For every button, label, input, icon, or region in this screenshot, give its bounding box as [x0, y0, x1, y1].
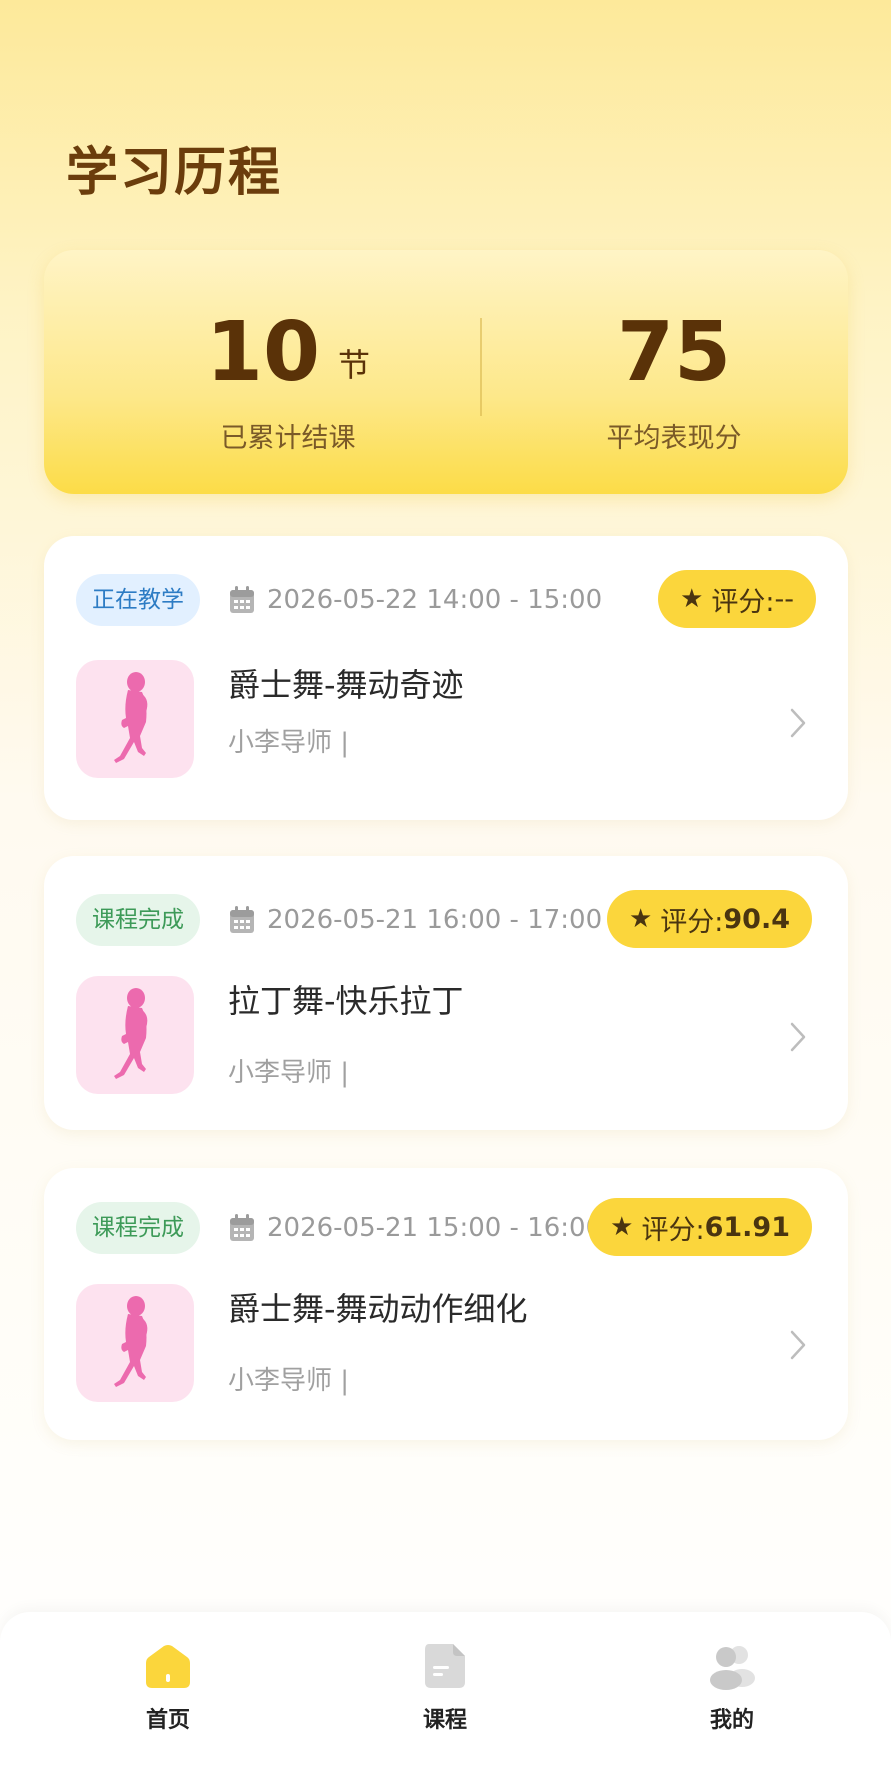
status-tag: 课程完成 — [76, 894, 200, 946]
users-icon — [710, 1646, 755, 1690]
chevron-right-icon[interactable] — [788, 1328, 808, 1362]
star-icon: ★ — [628, 904, 653, 934]
page-title: 学习历程 — [66, 143, 283, 203]
score-value: 90.4 — [723, 903, 790, 935]
bottom-tab-bar: 首页 课程 我的 — [0, 1612, 891, 1766]
course-title: 拉丁舞-快乐拉丁 — [228, 982, 464, 1020]
tab-label: 我的 — [709, 1708, 754, 1733]
score-prefix: 评分: — [641, 1214, 705, 1246]
teacher-name: 小李导师 | — [228, 728, 350, 758]
score-value: -- — [774, 583, 795, 615]
completed-classes-stat: 10 节 已累计结课 — [138, 298, 438, 455]
document-icon — [425, 1644, 465, 1688]
dancer-thumbnail — [76, 660, 194, 778]
dancer-icon — [114, 672, 148, 763]
average-score-label: 平均表现分 — [606, 423, 742, 454]
average-score-stat: 75 平均表现分 — [524, 298, 824, 455]
average-score-value: 75 — [616, 305, 732, 400]
tab-home[interactable]: 首页 — [88, 1640, 248, 1734]
score-badge: ★ 评分: -- — [658, 570, 816, 628]
course-date: 2026-05-22 14:00 - 15:00 — [229, 574, 602, 626]
teacher-name: 小李导师 | — [228, 1366, 350, 1396]
dancer-thumbnail — [76, 976, 194, 1094]
score-badge: ★ 评分: 90.4 — [606, 890, 812, 948]
teacher-name: 小李导师 | — [228, 1058, 350, 1088]
score-badge: ★ 评分: 61.91 — [588, 1198, 812, 1256]
tab-label: 课程 — [422, 1708, 467, 1733]
status-tag: 课程完成 — [76, 1202, 200, 1254]
stat-divider — [480, 318, 482, 416]
course-date: 2026-05-21 15:00 - 16:00 — [229, 1202, 602, 1254]
tab-courses[interactable]: 课程 — [365, 1640, 525, 1734]
summary-card: 10 节 已累计结课 75 平均表现分 — [44, 250, 848, 494]
status-tag: 正在教学 — [76, 574, 200, 626]
completed-classes-count: 10 — [205, 305, 321, 400]
tab-label: 首页 — [145, 1708, 190, 1733]
chevron-right-icon[interactable] — [788, 706, 808, 740]
tab-profile[interactable]: 我的 — [652, 1640, 812, 1734]
course-card[interactable]: 正在教学 2026-05-22 14:00 - 15:00 ★ 评分: -- 爵… — [44, 536, 848, 820]
completed-classes-label: 已累计结课 — [220, 423, 356, 454]
course-date-text: 2026-05-21 16:00 - 17:00 — [267, 905, 603, 935]
course-card[interactable]: 课程完成 2026-05-21 15:00 - 16:00 ★ 评分: 61.9… — [44, 1168, 848, 1440]
star-icon: ★ — [680, 584, 704, 614]
completed-classes-unit: 节 — [338, 346, 371, 384]
home-icon — [146, 1645, 190, 1688]
score-value: 61.91 — [704, 1211, 790, 1243]
dancer-thumbnail — [76, 1284, 194, 1402]
course-card[interactable]: 课程完成 2026-05-21 16:00 - 17:00 ★ 评分: 90.4… — [44, 856, 848, 1130]
course-title: 爵士舞-舞动奇迹 — [228, 666, 464, 704]
score-prefix: 评分: — [660, 906, 724, 938]
course-title: 爵士舞-舞动动作细化 — [228, 1290, 528, 1328]
course-date: 2026-05-21 16:00 - 17:00 — [229, 894, 602, 946]
course-date-text: 2026-05-21 15:00 - 16:00 — [267, 1213, 603, 1243]
dancer-icon — [114, 1296, 148, 1387]
dancer-icon — [114, 988, 148, 1079]
star-icon: ★ — [610, 1212, 634, 1242]
calendar-icon — [230, 586, 254, 613]
calendar-icon — [230, 1214, 254, 1241]
calendar-icon — [230, 906, 254, 933]
score-prefix: 评分: — [711, 586, 775, 618]
chevron-right-icon[interactable] — [788, 1020, 808, 1054]
course-date-text: 2026-05-22 14:00 - 15:00 — [267, 585, 603, 615]
